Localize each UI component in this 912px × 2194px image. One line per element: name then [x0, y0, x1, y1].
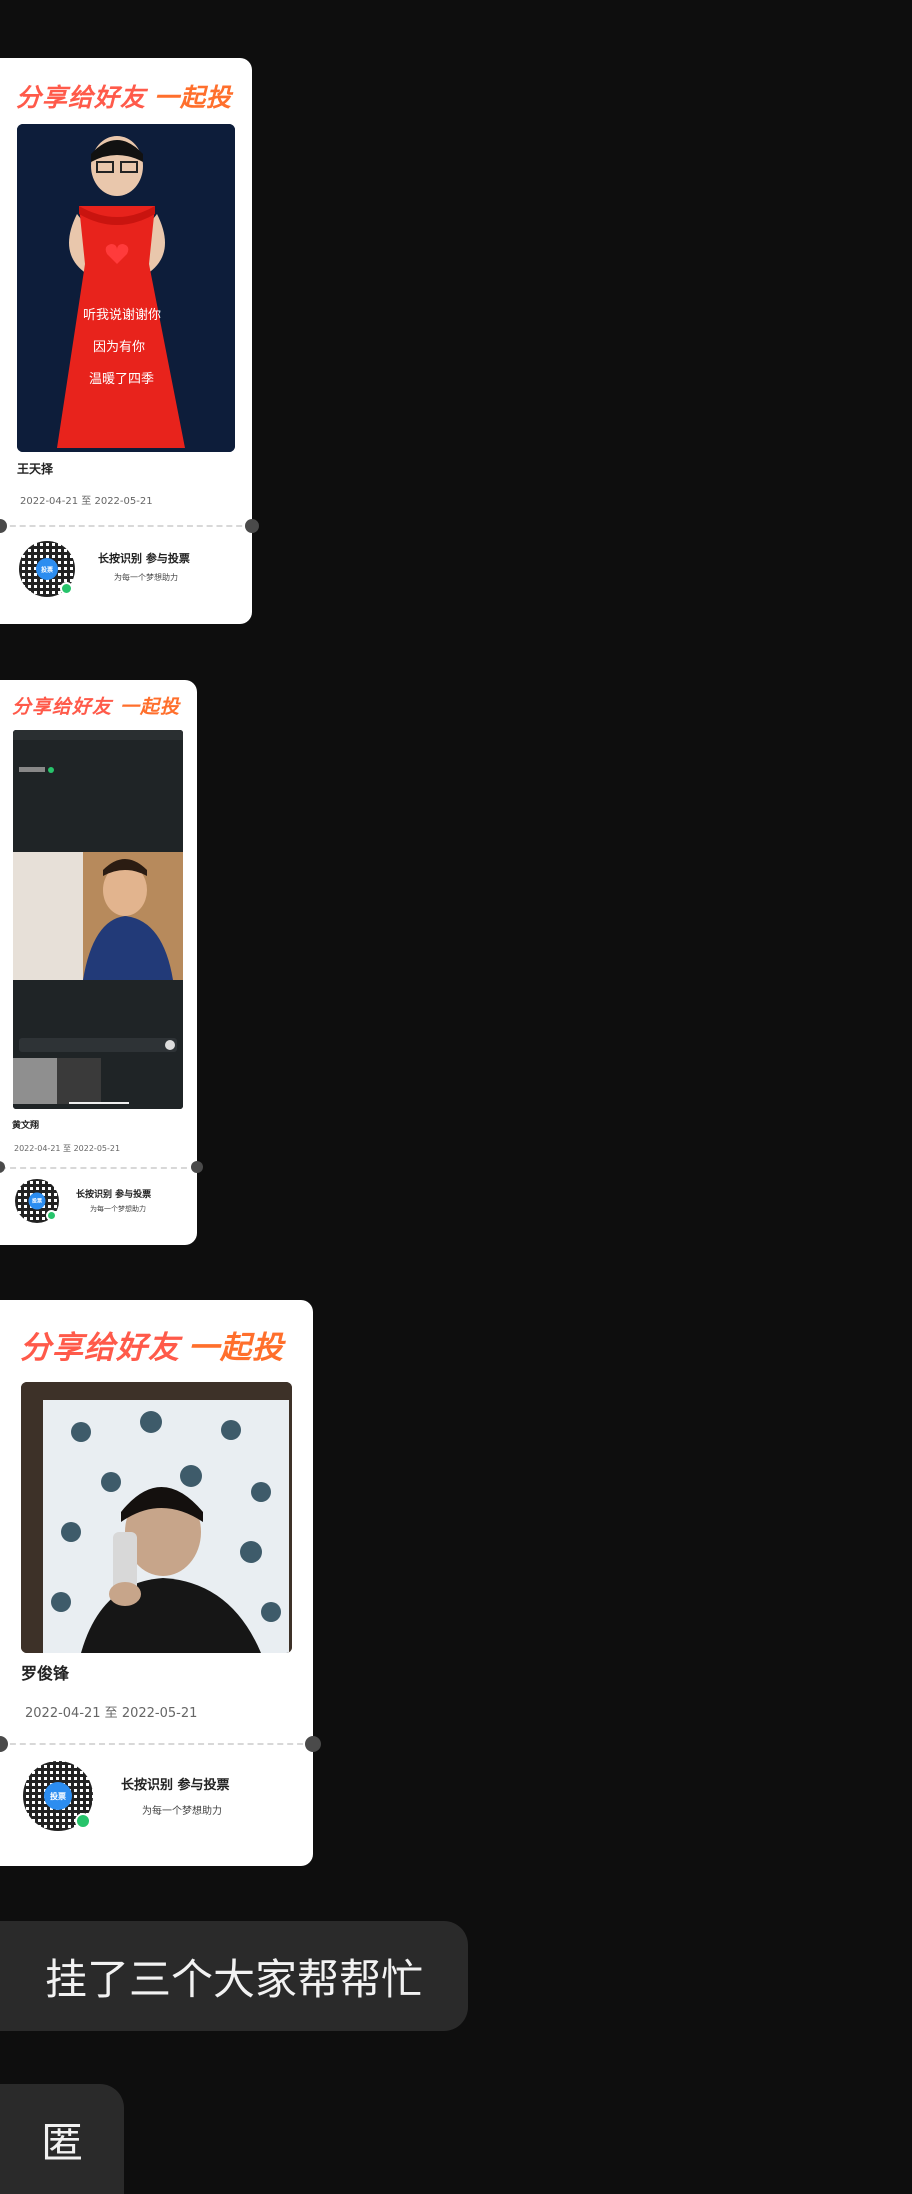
vote-qr-code[interactable]: 投票 [15, 1179, 59, 1223]
contestant-photo[interactable] [21, 1382, 292, 1653]
verified-badge-icon [60, 582, 73, 595]
message-text: 匿 [40, 2117, 83, 2167]
vote-date-range: 2022-04-21 至 2022-05-21 [14, 1144, 121, 1153]
contestant-selfie [21, 1382, 292, 1653]
ticket-notch-right [245, 519, 259, 533]
cta-slogan: 为每一个梦想助力 [142, 1806, 222, 1817]
vote-card-3[interactable]: 分享给好友 一起投 罗俊锋 2022-04-21 至 2022-05-21 投票… [0, 1300, 321, 1866]
qr-center-logo: 投票 [44, 1782, 72, 1810]
ticket-notch-right [305, 1736, 321, 1752]
vote-card-1[interactable]: 分享给好友 一起投 听我说谢谢你 因为有你 温暖了四季 王天择 2022-04-… [0, 58, 259, 624]
vote-date-range: 2022-04-21 至 2022-05-21 [25, 1706, 198, 1721]
vote-card-2[interactable]: 分享给好友 一起投 黄文翔 2022-04-21 至 2022-05-21 投票… [0, 680, 203, 1245]
message-bubble[interactable]: 挂了三个大家帮帮忙 [0, 1921, 468, 2031]
cta-slogan: 为每一个梦想助力 [114, 573, 178, 582]
contestant-photo[interactable] [13, 730, 183, 1109]
contestant-photo[interactable]: 听我说谢谢你 因为有你 温暖了四季 [17, 124, 235, 452]
ticket-notch-left [0, 519, 7, 533]
ticket-notch-left [0, 1736, 8, 1752]
vote-qr-code[interactable]: 投票 [23, 1761, 93, 1831]
ticket-divider [0, 1743, 313, 1745]
share-headline: 分享给好友 一起投 [20, 1330, 284, 1366]
vote-date-range: 2022-04-21 至 2022-05-21 [20, 496, 153, 507]
contestant-name: 罗俊锋 [21, 1664, 70, 1683]
cta-long-press: 长按识别 参与投票 [121, 1778, 230, 1793]
contestant-photo-art [17, 124, 235, 452]
qr-center-logo: 投票 [28, 1192, 46, 1210]
ticket-divider [0, 1167, 197, 1169]
vote-qr-code[interactable]: 投票 [19, 541, 75, 597]
cta-long-press: 长按识别 参与投票 [98, 552, 190, 565]
message-bubble[interactable]: 匿 [0, 2084, 124, 2194]
message-text: 挂了三个大家帮帮忙 [44, 1954, 423, 2004]
ticket-notch-right [191, 1161, 203, 1173]
cta-long-press: 长按识别 参与投票 [76, 1190, 152, 1200]
ticket-divider [0, 525, 252, 527]
video-call-screenshot [13, 730, 183, 1109]
photo-caption: 听我说谢谢你 因为有你 温暖了四季 [83, 308, 162, 387]
ticket-notch-left [0, 1161, 5, 1173]
verified-badge-icon [46, 1210, 57, 1221]
cta-slogan: 为每一个梦想助力 [90, 1205, 146, 1213]
share-headline: 分享给好友 一起投 [12, 696, 181, 718]
contestant-name: 黄文翔 [12, 1121, 40, 1131]
contestant-name: 王天择 [17, 462, 54, 476]
qr-center-logo: 投票 [36, 558, 58, 580]
verified-badge-icon [75, 1813, 91, 1829]
share-headline: 分享给好友 一起投 [16, 83, 233, 112]
